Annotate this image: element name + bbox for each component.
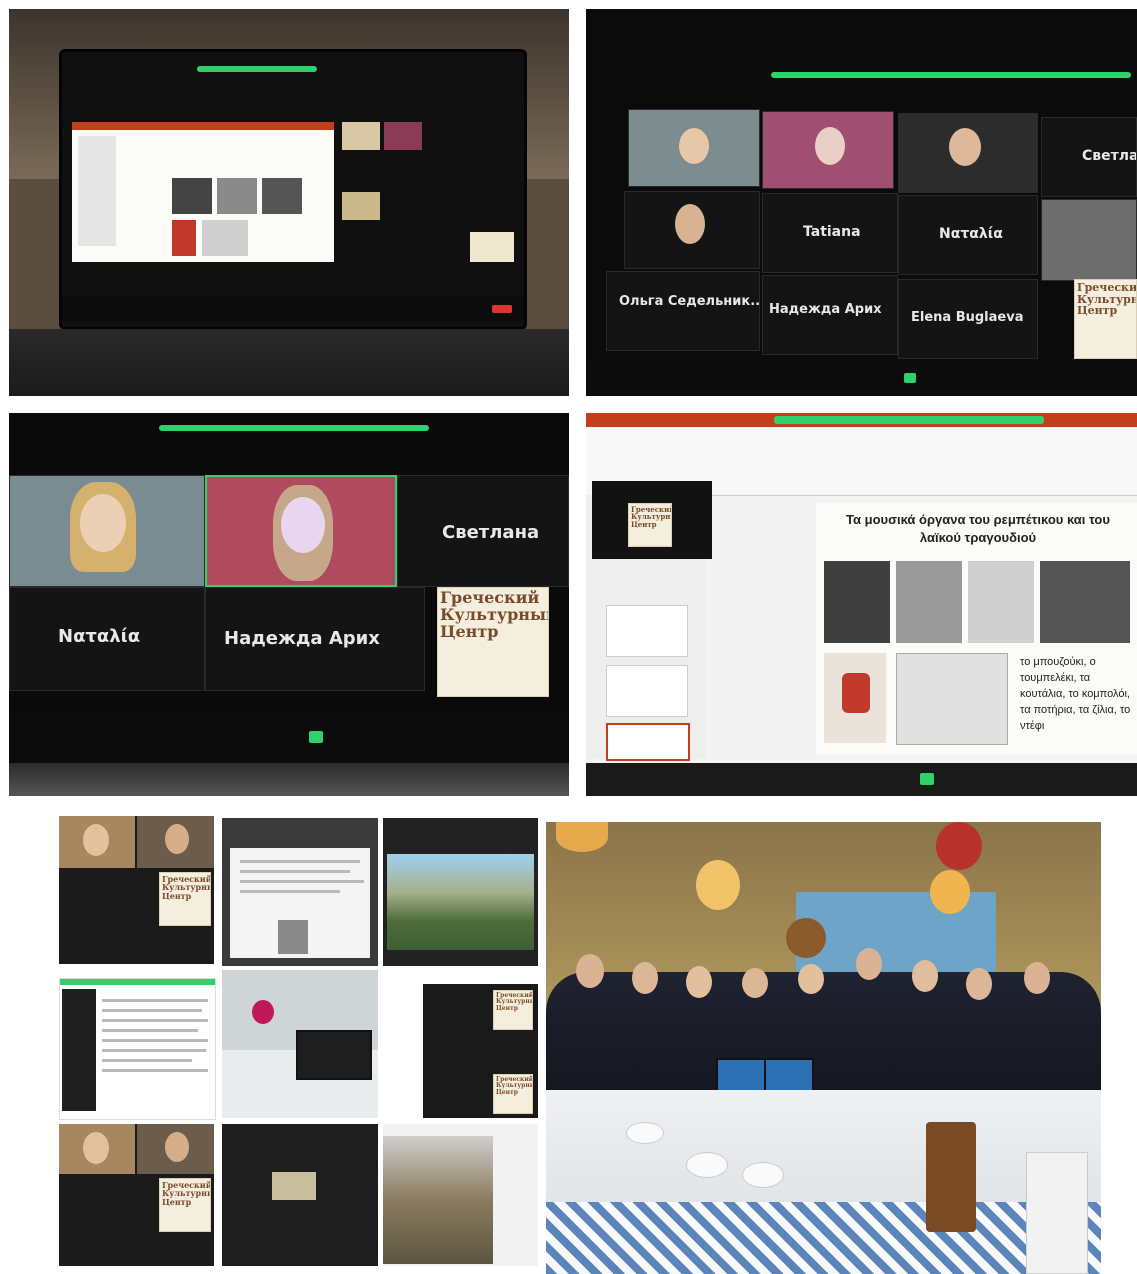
participant-name: Nαταλία <box>939 226 1003 242</box>
slide-canvas: Τα μουσικά όργανα του ρεμπέτικου και του… <box>816 503 1137 755</box>
cultural-center-logo: Греческий Культурный Центр <box>628 503 672 547</box>
collage-zoom-gallery: Греческий Культурный Центр <box>59 816 214 964</box>
cultural-center-logo: Греческий Культурный Центр <box>493 1074 533 1114</box>
photo-zoom-gallery: Светлана Tatiana Nαταλία Ольга Седельник… <box>586 9 1137 396</box>
laptop-screen <box>59 49 527 330</box>
lamp <box>930 870 970 914</box>
zoom-mini-window: Греческий Культурный Центр <box>592 481 712 559</box>
participant-name: Ольга Седельник... <box>619 294 760 309</box>
participant-name: Nαταλία <box>58 626 141 647</box>
collage-landscape-2 <box>383 1124 538 1266</box>
plate <box>686 1152 728 1178</box>
chair <box>926 1122 976 1232</box>
collage-document-share <box>59 978 216 1120</box>
participant-name: Надежда Арих <box>769 302 882 317</box>
participant-name: Светлана <box>442 522 540 543</box>
lamp <box>556 822 608 852</box>
bouzouki <box>786 918 826 958</box>
participant-name: Светлана <box>1082 148 1137 164</box>
plate <box>626 1122 664 1144</box>
cultural-center-logo: Греческий Культурный Центр <box>493 990 533 1030</box>
photo-group-restaurant <box>546 822 1101 1274</box>
slide-body-text: το μπουζούκι, ο τουμπελέκι, τα κουτάλια,… <box>1020 656 1131 732</box>
collage-handwritten-notes <box>222 818 378 966</box>
participant-name: Tatiana <box>803 224 861 240</box>
cultural-center-logo: Греческий Культурный Центр <box>159 872 211 926</box>
chair-white <box>1026 1152 1088 1274</box>
collage-landscape <box>383 818 538 966</box>
cultural-center-logo: Греческий Культурный Центр <box>159 1178 211 1232</box>
laptop-on-table <box>716 1058 766 1094</box>
table-cloth-check <box>546 1202 1101 1274</box>
collage-zoom-slide <box>222 1124 378 1266</box>
participant-name: Elena Buglaeva <box>911 310 1024 325</box>
shared-slide <box>72 122 334 262</box>
collage-laptop-table <box>222 970 378 1118</box>
collage-zoom-gallery-2: Греческий Культурный Центр <box>59 1124 214 1266</box>
photo-zoom-speaker-view: Светлана Nαταλία Надежда Арих Греческий … <box>9 413 569 796</box>
collage-zoom-document: Греческий Культурный Центр Греческий Кул… <box>383 978 538 1118</box>
laptop-keyboard <box>9 329 569 396</box>
plate <box>742 1162 784 1188</box>
lamp <box>696 860 740 910</box>
slide-title: Τα μουσικά όργανα του ρεμπέτικου και του… <box>846 512 1110 545</box>
photo-laptop-shared-slide <box>9 9 569 396</box>
lamp-red <box>936 822 982 870</box>
cultural-center-logo: Греческий Культурный Центр <box>437 587 549 697</box>
photo-powerpoint-share: Греческий Культурный Центр Τα μουσικά όρ… <box>586 413 1137 796</box>
people-group <box>546 972 1101 1102</box>
participant-name: Надежда Арих <box>224 628 380 649</box>
laptop-on-table <box>764 1058 814 1094</box>
cultural-center-logo: Греческий Культурный Центр <box>1074 279 1137 359</box>
